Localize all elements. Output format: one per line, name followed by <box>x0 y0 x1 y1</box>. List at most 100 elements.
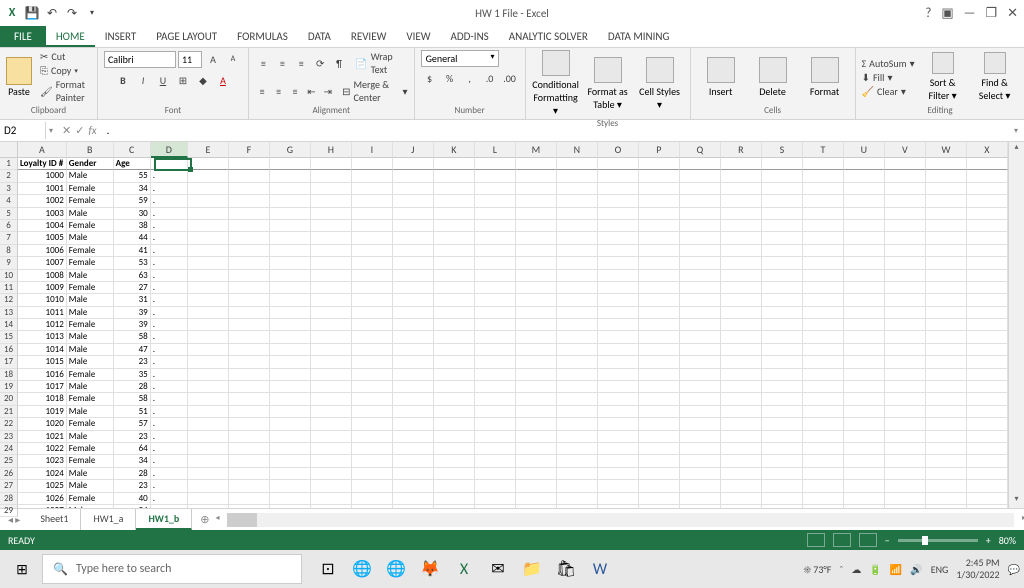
cell[interactable]: 28 <box>114 468 151 480</box>
cell[interactable] <box>885 282 926 294</box>
cell[interactable]: Female <box>67 220 114 232</box>
cell[interactable] <box>516 158 557 170</box>
cell[interactable] <box>352 493 393 505</box>
close-icon[interactable]: ✕ <box>1007 6 1018 21</box>
normal-view-icon[interactable] <box>807 533 825 547</box>
cell[interactable] <box>680 170 721 182</box>
cell[interactable] <box>557 505 598 508</box>
cell[interactable] <box>229 245 270 257</box>
cell[interactable] <box>844 331 885 343</box>
cell[interactable] <box>270 480 311 492</box>
cell[interactable]: Male <box>67 331 114 343</box>
expand-formula-bar-icon[interactable]: ▾ <box>1008 126 1024 136</box>
cell[interactable] <box>762 270 803 282</box>
cell[interactable] <box>680 344 721 356</box>
name-box[interactable]: D2 <box>0 122 46 139</box>
cell[interactable] <box>844 294 885 306</box>
cell[interactable] <box>188 356 229 368</box>
font-color-button[interactable]: A <box>214 71 232 89</box>
cell[interactable] <box>434 158 475 170</box>
notifications-icon[interactable]: 💬 <box>1008 563 1020 576</box>
show-para-icon[interactable]: ¶ <box>331 54 348 72</box>
cell[interactable]: 1015 <box>18 356 67 368</box>
cell-styles-button[interactable]: Cell Styles ▾ <box>636 57 684 111</box>
cell[interactable] <box>844 381 885 393</box>
cell[interactable] <box>885 195 926 207</box>
cell[interactable] <box>516 195 557 207</box>
cell[interactable] <box>434 195 475 207</box>
border-button[interactable]: ⊞ <box>174 71 192 89</box>
row-header[interactable]: 26 <box>0 468 18 480</box>
cell[interactable] <box>598 356 639 368</box>
cell[interactable]: . <box>151 232 188 244</box>
cell[interactable]: 59 <box>114 195 151 207</box>
cell[interactable] <box>229 505 270 508</box>
cell[interactable] <box>557 406 598 418</box>
cell[interactable] <box>762 406 803 418</box>
cell[interactable] <box>598 369 639 381</box>
cell[interactable] <box>188 431 229 443</box>
cell[interactable] <box>516 431 557 443</box>
cell[interactable] <box>639 183 680 195</box>
cell[interactable] <box>967 455 1008 467</box>
cell[interactable] <box>967 220 1008 232</box>
cell[interactable] <box>311 195 352 207</box>
cell[interactable]: Gender <box>67 158 114 170</box>
page-layout-view-icon[interactable] <box>833 533 851 547</box>
insert-cells-button[interactable]: Insert <box>697 57 745 98</box>
cell[interactable] <box>516 331 557 343</box>
increase-indent-icon[interactable]: ⇥ <box>321 82 335 100</box>
cell[interactable] <box>352 245 393 257</box>
start-button[interactable]: ⊞ <box>4 554 40 584</box>
cell[interactable] <box>557 331 598 343</box>
cell[interactable] <box>188 208 229 220</box>
cell[interactable] <box>188 468 229 480</box>
cell[interactable] <box>803 455 844 467</box>
zoom-out-icon[interactable]: − <box>885 534 890 547</box>
cell[interactable] <box>803 431 844 443</box>
cell[interactable] <box>598 170 639 182</box>
onedrive-icon[interactable]: ☁ <box>851 563 861 576</box>
undo-icon[interactable]: ↶ <box>44 5 60 21</box>
cell[interactable] <box>803 270 844 282</box>
tab-review[interactable]: REVIEW <box>341 26 397 47</box>
cell[interactable] <box>270 505 311 508</box>
cell[interactable] <box>598 393 639 405</box>
cell[interactable] <box>598 319 639 331</box>
row-header[interactable]: 24 <box>0 443 18 455</box>
cell[interactable] <box>639 208 680 220</box>
cell[interactable]: . <box>151 319 188 331</box>
cell[interactable] <box>434 505 475 508</box>
cell[interactable] <box>188 195 229 207</box>
sheet-nav-prev[interactable]: ◂ ▸ <box>0 513 28 526</box>
cell[interactable]: . <box>151 418 188 430</box>
cell[interactable]: 51 <box>114 406 151 418</box>
cell[interactable] <box>270 307 311 319</box>
cell[interactable] <box>270 208 311 220</box>
cell[interactable] <box>188 257 229 269</box>
cell[interactable] <box>598 331 639 343</box>
column-header-S[interactable]: S <box>762 142 803 158</box>
cell[interactable] <box>885 443 926 455</box>
cell[interactable] <box>557 245 598 257</box>
decrease-indent-icon[interactable]: ⇤ <box>304 82 318 100</box>
cell[interactable]: 1021 <box>18 431 67 443</box>
cell[interactable] <box>885 431 926 443</box>
comma-button[interactable]: , <box>461 69 479 87</box>
cell[interactable] <box>844 493 885 505</box>
cell[interactable] <box>926 232 967 244</box>
column-header-E[interactable]: E <box>188 142 229 158</box>
cell[interactable] <box>926 183 967 195</box>
cell[interactable] <box>680 319 721 331</box>
cell[interactable] <box>680 369 721 381</box>
cell[interactable] <box>844 195 885 207</box>
cell[interactable] <box>598 431 639 443</box>
cell[interactable] <box>844 431 885 443</box>
cell[interactable] <box>926 294 967 306</box>
cell[interactable]: 44 <box>114 232 151 244</box>
cell[interactable] <box>311 331 352 343</box>
cell[interactable] <box>352 393 393 405</box>
horizontal-scrollbar[interactable]: ◂ ▸ <box>227 513 1014 527</box>
cell[interactable] <box>885 468 926 480</box>
cell[interactable] <box>270 270 311 282</box>
